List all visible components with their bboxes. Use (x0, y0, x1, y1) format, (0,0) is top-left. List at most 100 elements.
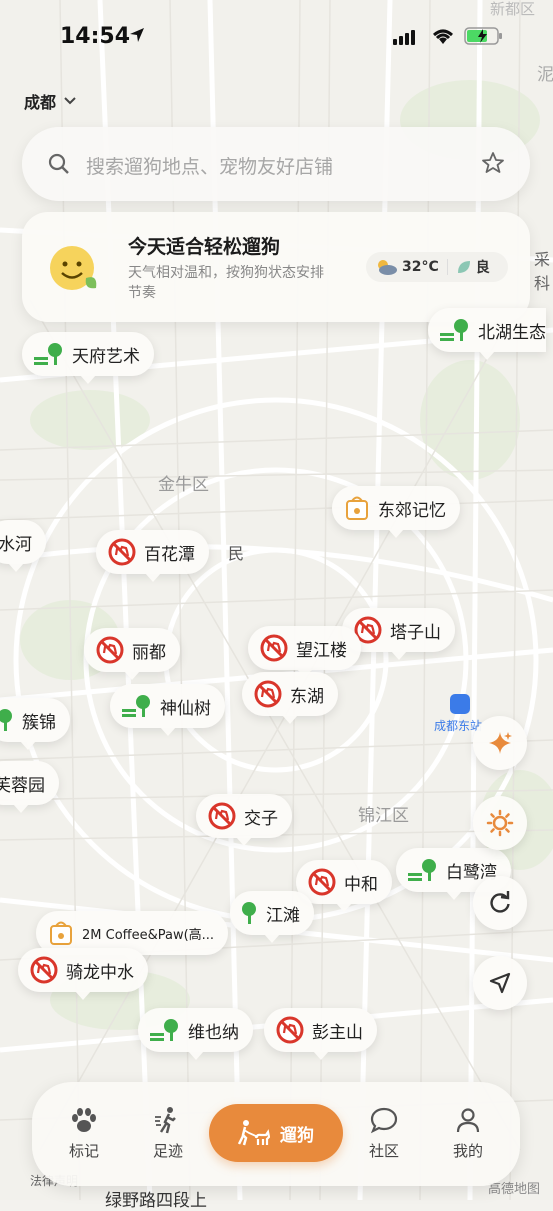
pet-shop-bag-icon (346, 496, 368, 520)
paw-icon (72, 1108, 96, 1132)
map-pin-shop[interactable]: 东郊记忆 (332, 486, 460, 538)
smiley-leaf-icon (50, 246, 97, 290)
start-walk-button[interactable]: 遛狗 (209, 1104, 343, 1162)
city-name: 成都 (24, 93, 57, 112)
chat-bubble-icon (370, 1107, 398, 1134)
sparkle-icon (489, 732, 512, 754)
map-pin-no-dogs[interactable]: 中和 (296, 860, 392, 912)
no-dogs-icon (254, 680, 282, 708)
wifi-icon (433, 29, 453, 44)
map-label-min: 民 (228, 544, 245, 563)
navigation-arrow-icon (489, 972, 511, 994)
park-tree-icon (34, 343, 62, 365)
map-pin-park[interactable]: 北湖生态 (428, 308, 546, 360)
map-pin-park[interactable]: 神仙树 (110, 684, 225, 736)
partly-cloudy-icon (378, 260, 397, 275)
cellular-signal-icon (393, 30, 415, 45)
pin-label: 骑龙中水 (66, 962, 134, 983)
pin-label: 中和 (344, 874, 378, 895)
bottom-partial-label: 绿野路四段上 (105, 1186, 207, 1211)
pin-label: 2M Coffee&Paw(高... (82, 927, 215, 943)
map-pin-plain[interactable]: 芙蓉园 (0, 761, 59, 813)
tab-mark[interactable]: 标记 (54, 1100, 114, 1161)
bottom-tab-bar: 标记 足迹 遛狗 社区 我的 (32, 1082, 520, 1186)
tab-footprint[interactable]: 足迹 (138, 1100, 198, 1161)
map-pin-no-dogs[interactable]: 交子 (196, 794, 292, 846)
city-selector[interactable]: 成都 (24, 89, 76, 113)
search-icon (48, 153, 69, 174)
tab-label: 我的 (452, 1142, 483, 1160)
temperature: 32°C (402, 259, 439, 275)
map-pin-no-dogs[interactable]: 望江楼 (248, 626, 361, 678)
air-quality: 良 (475, 260, 490, 276)
pin-label: 江滩 (266, 905, 300, 926)
pin-label: 塔子山 (390, 622, 441, 643)
pin-label: 水河 (0, 534, 32, 555)
pin-label: 维也纳 (188, 1022, 239, 1043)
no-dogs-icon (260, 634, 288, 662)
leaf-icon (457, 261, 470, 273)
chevron-down-icon (64, 97, 76, 105)
status-time: 14:54 (60, 24, 131, 49)
search-placeholder: 搜索遛狗地点、宠物友好店铺 (86, 156, 334, 178)
no-dogs-icon (276, 1016, 304, 1044)
map-pin-plain[interactable]: 水河 (0, 520, 46, 572)
map-label-jinjiang: 锦江区 (358, 806, 409, 826)
no-dogs-icon (30, 956, 58, 984)
refresh-button[interactable] (473, 876, 527, 930)
park-tree-icon (440, 319, 468, 341)
pin-label: 丽都 (132, 642, 166, 663)
card-subtitle: 天气相对温和，按狗狗状态安排节奏 (128, 265, 324, 301)
pin-label: 簇锦 (22, 712, 56, 733)
location-arrow-icon (130, 28, 144, 42)
park-tree-icon (242, 902, 256, 924)
map-pin-no-dogs[interactable]: 百花潭 (96, 530, 209, 582)
tab-label: 社区 (368, 1142, 399, 1160)
search-bar[interactable]: 搜索遛狗地点、宠物友好店铺 (22, 127, 530, 201)
map-label-jinniu: 金牛区 (158, 475, 209, 495)
favorite-star-icon[interactable] (481, 151, 505, 175)
walk-suggestion-card[interactable]: 今天适合轻松遛狗 天气相对温和，按狗狗状态安排节奏 32°C 良 (22, 212, 530, 322)
ai-sparkle-button[interactable] (473, 716, 527, 770)
pin-label: 神仙树 (160, 698, 211, 719)
map-pin-no-dogs[interactable]: 东湖 (242, 672, 338, 724)
park-tree-icon (408, 859, 436, 881)
pet-shop-bag-icon (50, 921, 72, 945)
pin-label: 望江楼 (296, 640, 347, 661)
tab-label: 标记 (68, 1142, 99, 1160)
map-pin-park[interactable]: 天府艺术 (22, 332, 154, 384)
map-pin-no-dogs[interactable]: 骑龙中水 (18, 948, 148, 1000)
locate-me-button[interactable] (473, 956, 527, 1010)
pin-label: 北湖生态 (478, 322, 546, 343)
pin-label: 芙蓉园 (0, 775, 45, 796)
park-tree-icon (0, 709, 12, 731)
tab-mine[interactable]: 我的 (438, 1100, 498, 1161)
map-pin-park[interactable]: 江滩 (230, 891, 314, 943)
chip-divider (446, 259, 448, 275)
map-pin-park[interactable]: 维也纳 (138, 1008, 253, 1060)
tab-label: 足迹 (152, 1142, 183, 1160)
weather-chip: 32°C 良 (366, 252, 508, 282)
pin-label: 彭主山 (312, 1022, 363, 1043)
map-pin-park[interactable]: 簇锦 (0, 698, 70, 750)
pin-label: 天府艺术 (72, 346, 140, 367)
dog-walking-icon (238, 1120, 270, 1146)
no-dogs-icon (308, 868, 336, 896)
no-dogs-icon (96, 636, 124, 664)
pin-label: 交子 (244, 808, 278, 829)
weather-layer-button[interactable] (473, 796, 527, 850)
map-pin-no-dogs[interactable]: 彭主山 (264, 1008, 377, 1060)
status-bar: 14:54 (0, 0, 553, 80)
no-dogs-icon (108, 538, 136, 566)
park-tree-icon (122, 695, 150, 717)
card-title: 今天适合轻松遛狗 (128, 236, 281, 258)
walk-label: 遛狗 (280, 1125, 314, 1146)
map-label-partial-right: 采科 (534, 250, 551, 293)
refresh-icon (490, 891, 510, 913)
tab-community[interactable]: 社区 (354, 1100, 414, 1161)
map-pin-no-dogs[interactable]: 丽都 (84, 628, 180, 680)
pin-label: 东湖 (290, 686, 324, 707)
partial-road-label: 绿野路四段上 (105, 1191, 207, 1211)
pin-label: 百花潭 (144, 544, 195, 565)
train-station-icon (450, 694, 470, 714)
